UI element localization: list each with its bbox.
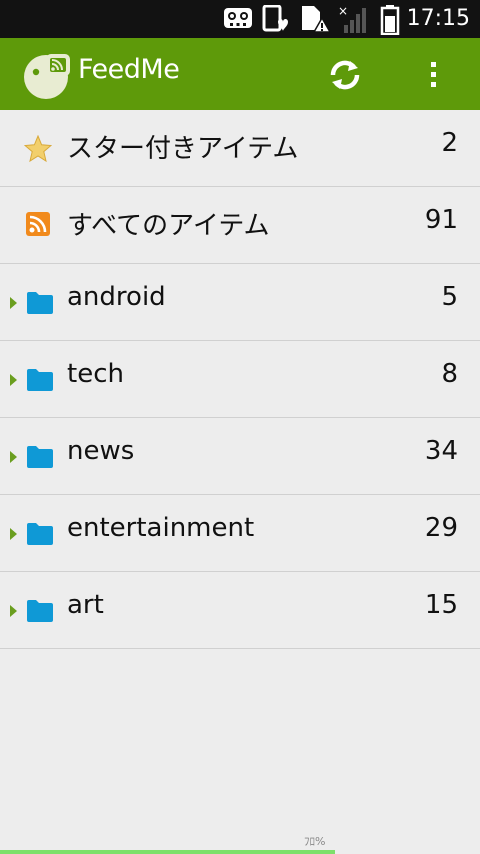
list-item-all-items[interactable]: すべてのアイテム 91 — [0, 187, 480, 264]
list-item-folder-news[interactable]: news 34 — [0, 418, 480, 495]
refresh-button[interactable] — [327, 57, 363, 97]
expand-arrow-icon[interactable] — [10, 297, 17, 309]
list-item-label: android — [67, 282, 166, 312]
overflow-menu-button[interactable] — [422, 58, 446, 92]
expand-arrow-icon[interactable] — [10, 605, 17, 617]
feedme-logo-icon — [24, 51, 72, 103]
unread-count: 8 — [441, 359, 458, 389]
star-icon — [23, 134, 53, 167]
app-title: FeedMe — [78, 54, 180, 85]
list-item-folder-tech[interactable]: tech 8 — [0, 341, 480, 418]
list-item-starred[interactable]: スター付きアイテム 2 — [0, 110, 480, 187]
unread-count: 15 — [424, 590, 458, 620]
voicemail-icon — [223, 5, 253, 35]
unread-count: 29 — [424, 513, 458, 543]
folder-icon — [27, 446, 53, 472]
unread-count: 34 — [424, 436, 458, 466]
signal-no-service-icon: × — [338, 4, 368, 37]
status-time: 17:15 — [406, 6, 470, 31]
folder-icon — [27, 369, 53, 395]
app-bar: FeedMe — [0, 38, 480, 110]
battery-icon — [380, 5, 400, 39]
svg-text:×: × — [338, 5, 348, 18]
list-item-folder-android[interactable]: android 5 — [0, 264, 480, 341]
unread-count: 91 — [424, 205, 458, 235]
unread-count: 2 — [441, 128, 458, 158]
refresh-icon — [330, 60, 360, 90]
folder-icon — [27, 523, 53, 549]
list-item-folder-entertainment[interactable]: entertainment 29 — [0, 495, 480, 572]
list-item-label: art — [67, 590, 104, 620]
list-item-label: entertainment — [67, 513, 255, 543]
expand-arrow-icon[interactable] — [10, 451, 17, 463]
progress-bar — [0, 850, 335, 854]
list-item-label: すべてのアイテム — [67, 211, 270, 241]
folder-icon — [27, 292, 53, 318]
phone-heart-icon — [262, 4, 290, 37]
feed-list: スター付きアイテム 2 すべてのアイテム 91 android 5 tech 8… — [0, 110, 480, 649]
list-item-label: スター付きアイテム — [67, 134, 299, 164]
folder-icon — [27, 600, 53, 626]
list-item-label: tech — [67, 359, 124, 389]
expand-arrow-icon[interactable] — [10, 374, 17, 386]
progress-label: ﾌﾛ% — [304, 835, 326, 848]
overflow-menu-icon — [431, 62, 436, 87]
status-bar: × 17:15 — [0, 0, 480, 38]
expand-arrow-icon[interactable] — [10, 528, 17, 540]
sd-card-warning-icon — [300, 5, 332, 37]
list-item-folder-art[interactable]: art 15 — [0, 572, 480, 649]
rss-icon — [26, 212, 50, 240]
unread-count: 5 — [441, 282, 458, 312]
list-item-label: news — [67, 436, 135, 466]
